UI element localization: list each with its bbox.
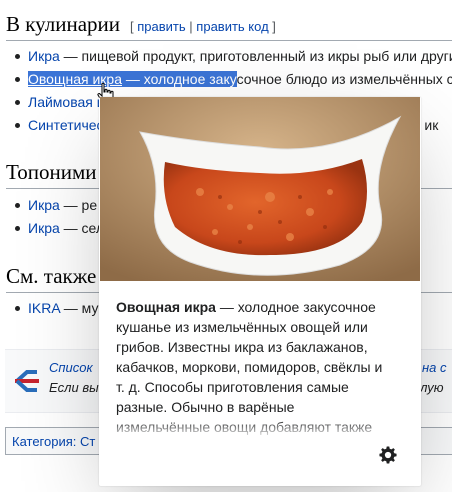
heading-divider — [6, 40, 452, 41]
popup-extract: Овощная икра — холодное закусочное кушан… — [116, 297, 391, 437]
list-item-link[interactable]: Икра — [28, 48, 60, 64]
category-label[interactable]: Категория: — [12, 434, 76, 449]
list-item-link[interactable]: Лаймовая и — [28, 94, 105, 110]
section-title: В кулинарии — [6, 12, 120, 36]
list-item-link[interactable]: Синтетичес — [28, 117, 104, 133]
section-heading-toponyms: Топоними — [6, 160, 97, 185]
category-link[interactable]: Ст — [80, 434, 95, 449]
gear-icon[interactable] — [379, 446, 397, 464]
list-item: Овощная икра — холодное закусочное блюдо… — [0, 68, 452, 91]
section-title: Топоними — [6, 160, 97, 184]
disambiguation-link[interactable]: Список — [49, 360, 93, 375]
list-item: Икра — пищевой продукт, приготовленный и… — [0, 45, 452, 68]
disambiguation-icon — [15, 370, 39, 392]
popup-extract-text: — холодное закусочное кушанье из измельч… — [116, 299, 383, 435]
edit-section: [ править | править код ] — [130, 19, 276, 34]
list-item-link[interactable]: Икра — [28, 197, 60, 213]
edit-link[interactable]: править — [137, 19, 185, 34]
food-photo[interactable] — [100, 97, 420, 281]
disambiguation-text: Список ки на с Если вы алую — [49, 360, 447, 395]
section-title: См. также — [6, 264, 97, 288]
food-image — [100, 97, 420, 281]
popup-fade — [116, 419, 391, 439]
edit-code-link[interactable]: править код — [196, 19, 268, 34]
text-selection: Овощная икра — холодное заку — [28, 71, 237, 87]
list-item-link[interactable]: Икра — [28, 220, 60, 236]
section-heading-see-also: См. также — [6, 264, 96, 289]
page-preview-popup[interactable]: Овощная икра — холодное закусочное кушан… — [99, 97, 421, 486]
list-item-link[interactable]: IKRA — [28, 300, 60, 316]
popup-term: Овощная икра — [116, 299, 216, 315]
section-heading-culinary: В кулинарии [ править | править код ] — [6, 12, 276, 37]
